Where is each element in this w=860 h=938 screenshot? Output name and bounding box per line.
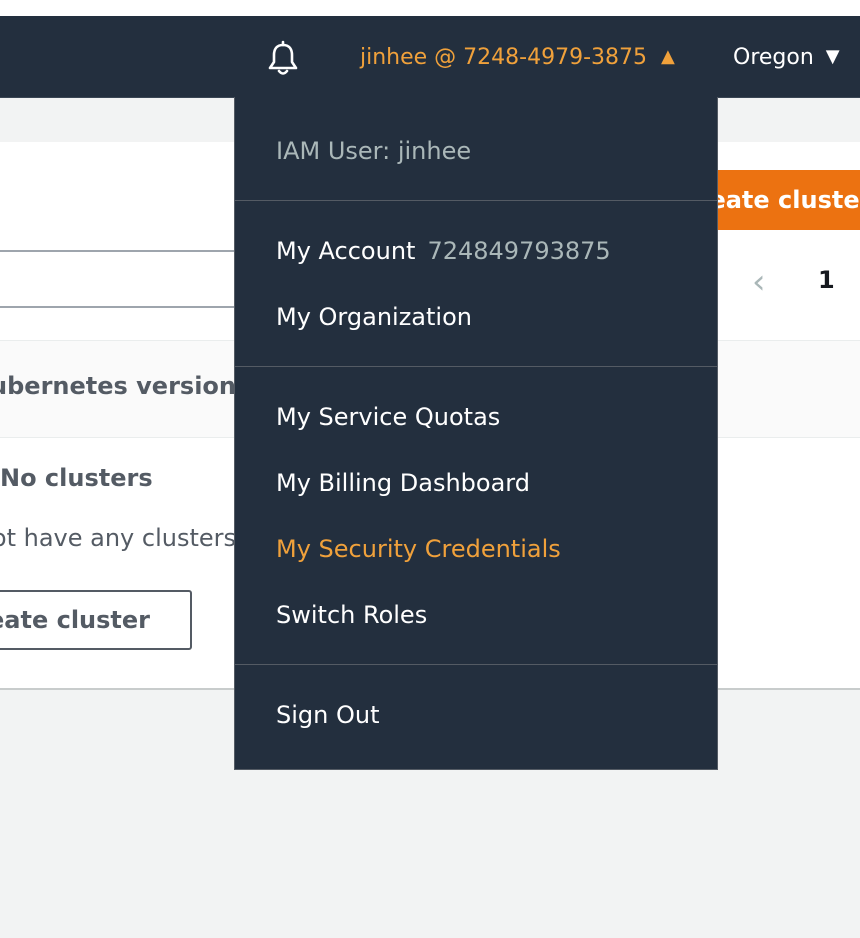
dropdown-section-signout: Sign Out bbox=[235, 665, 717, 770]
empty-state-description-text: You do not have any clusters bbox=[0, 524, 236, 552]
column-header-label: Kubernetes version bbox=[0, 372, 236, 400]
caret-down-icon: ▼ bbox=[825, 46, 840, 67]
dropdown-section-account: My Account 724849793875 My Organization bbox=[235, 201, 717, 367]
dropdown-section-user: IAM User: jinhee bbox=[235, 97, 717, 201]
iam-user-label: IAM User: jinhee bbox=[276, 137, 472, 165]
my-account-label: My Account bbox=[276, 237, 416, 265]
menu-item-my-organization[interactable]: My Organization bbox=[276, 301, 472, 333]
pagination-page-number[interactable]: 1 bbox=[818, 266, 835, 294]
empty-state-title-text: No clusters bbox=[0, 464, 153, 492]
account-number: 724849793875 bbox=[427, 237, 611, 265]
top-navbar: jinhee @ 7248-4979-3875 ▲ Oregon ▼ bbox=[0, 16, 860, 98]
caret-up-icon: ▲ bbox=[661, 46, 675, 67]
menu-item-my-security-credentials[interactable]: My Security Credentials bbox=[276, 533, 561, 565]
chevron-left-icon[interactable]: ‹ bbox=[752, 262, 766, 302]
dropdown-section-settings: My Service Quotas My Billing Dashboard M… bbox=[235, 367, 717, 665]
bell-icon[interactable] bbox=[264, 40, 302, 78]
column-header-kubernetes-version[interactable]: Kubernetes version bbox=[0, 372, 236, 400]
account-menu-button[interactable]: jinhee @ 7248-4979-3875 ▲ bbox=[360, 41, 675, 73]
create-cluster-secondary-label: Create cluster bbox=[0, 606, 150, 634]
region-menu-button[interactable]: Oregon ▼ bbox=[733, 41, 840, 73]
empty-state-title: No clusters bbox=[0, 464, 236, 492]
account-dropdown-menu: IAM User: jinhee My Account 724849793875 … bbox=[234, 97, 718, 770]
menu-item-my-account[interactable]: My Account 724849793875 bbox=[276, 235, 611, 267]
menu-item-switch-roles[interactable]: Switch Roles bbox=[276, 599, 427, 631]
menu-item-my-billing-dashboard[interactable]: My Billing Dashboard bbox=[276, 467, 530, 499]
bell-icon-graphic bbox=[268, 40, 298, 75]
region-menu-label: Oregon bbox=[733, 45, 814, 70]
empty-state-description: You do not have any clusters bbox=[0, 524, 236, 552]
filter-input[interactable] bbox=[0, 250, 246, 308]
top-strip bbox=[0, 0, 860, 16]
menu-item-sign-out[interactable]: Sign Out bbox=[276, 699, 380, 731]
account-menu-label: jinhee @ 7248-4979-3875 bbox=[360, 45, 648, 70]
menu-item-my-service-quotas[interactable]: My Service Quotas bbox=[276, 401, 500, 433]
create-cluster-secondary-button[interactable]: Create cluster bbox=[0, 590, 192, 650]
